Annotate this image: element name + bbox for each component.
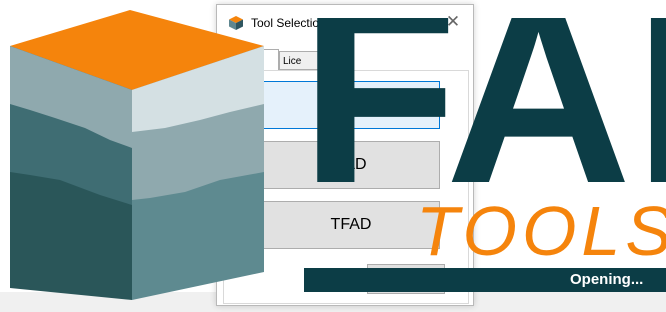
logo-cube-icon xyxy=(10,10,264,300)
fad-logo-text: FAD xyxy=(300,18,666,204)
status-bar: Opening... xyxy=(304,268,666,292)
status-text: Opening... xyxy=(570,271,644,288)
fad-logo-label: FAD xyxy=(300,18,666,204)
tools-logo-label: TOOLS xyxy=(416,196,666,270)
tfad-button-3[interactable]: TFAD xyxy=(262,201,440,249)
tools-logo-text: TOOLS xyxy=(416,196,666,276)
